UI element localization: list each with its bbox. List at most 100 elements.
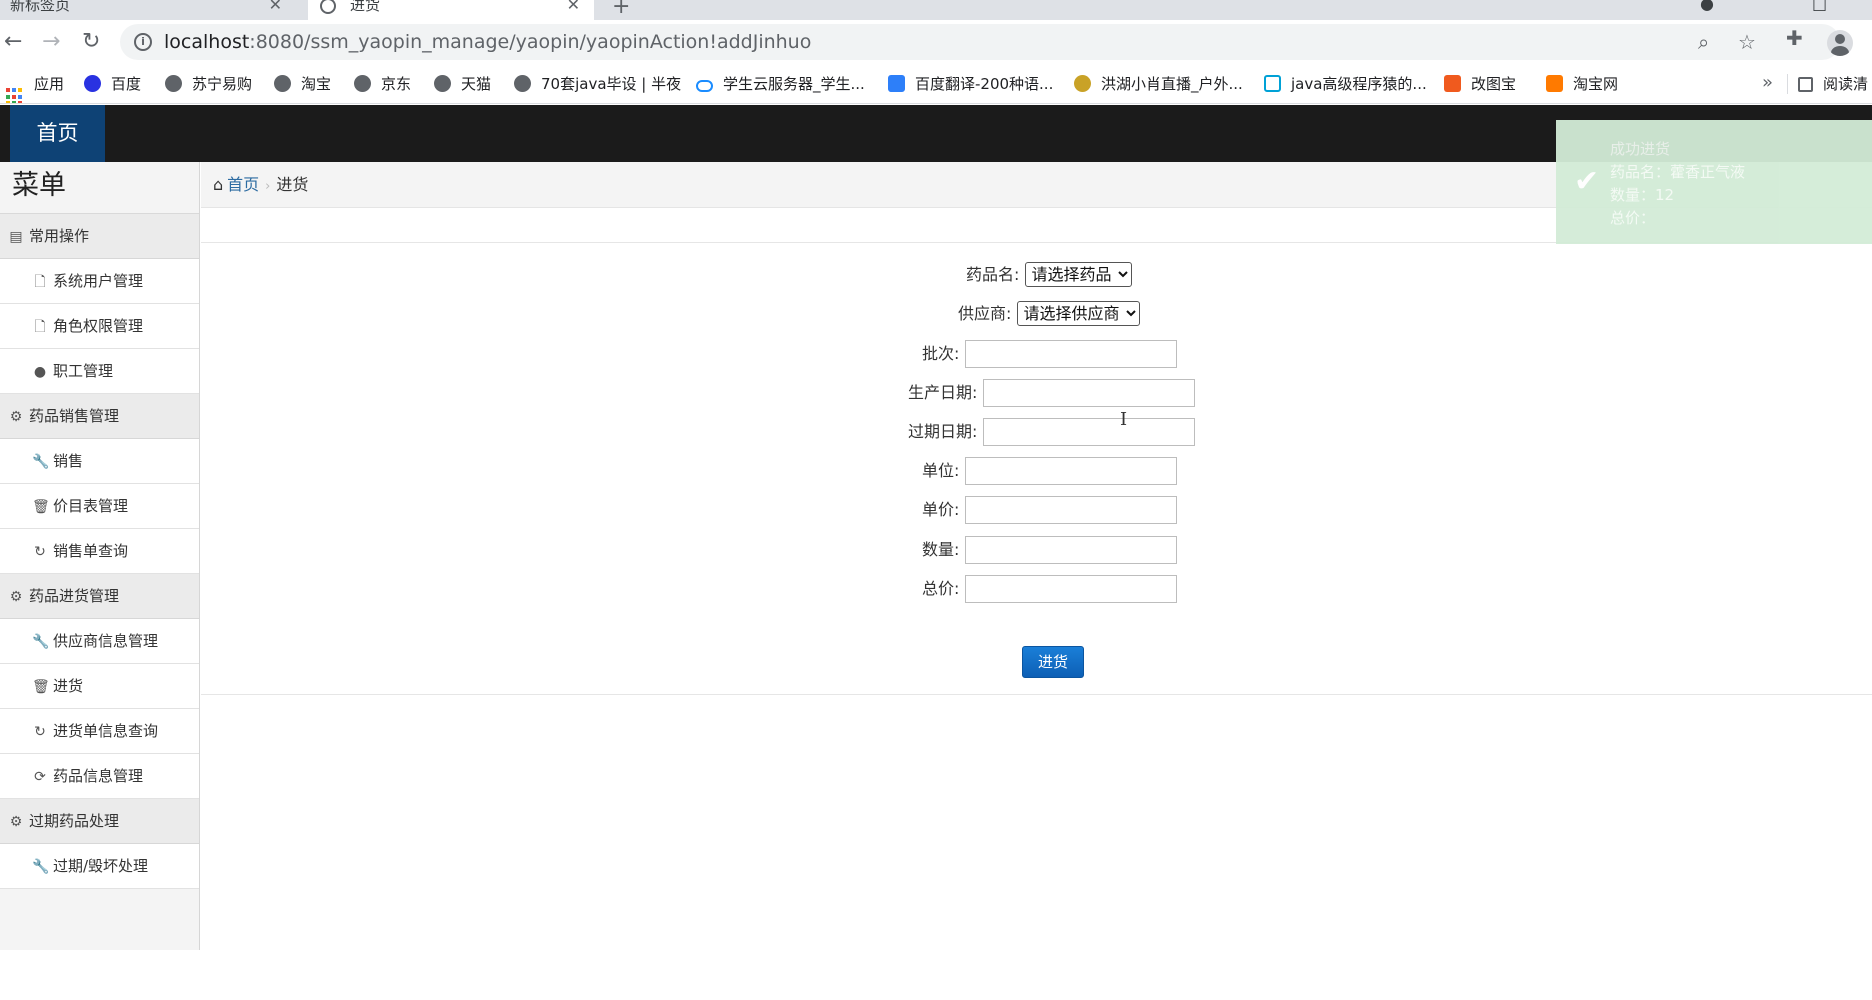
- tab-title: 新标签页: [10, 0, 71, 14]
- sidebar-item-sales-query[interactable]: ↻ 销售单查询: [0, 529, 199, 574]
- sidebar-item-expired-handling[interactable]: 🔧 过期/毁坏处理: [0, 844, 199, 889]
- close-icon[interactable]: ✕: [269, 0, 282, 18]
- browser-toolbar: ← → ↻ i localhost:8080/ssm_yaopin_manage…: [0, 20, 1872, 64]
- unit-input[interactable]: [964, 457, 1177, 485]
- file-icon: 🗋: [34, 274, 46, 290]
- bookmark-label: 淘宝: [301, 75, 332, 93]
- browser-tab-newtab[interactable]: 新标签页 ✕: [0, 0, 296, 20]
- sidebar-item-label: 销售: [53, 452, 84, 470]
- restore-window-icon[interactable]: □: [1812, 0, 1827, 13]
- bookmark-suning[interactable]: 苏宁易购: [165, 73, 252, 95]
- bookmark-gaitubao[interactable]: 改图宝: [1444, 73, 1516, 95]
- sidebar-item-price-list[interactable]: 🗑 价目表管理: [0, 484, 199, 529]
- sidebar-group-sales[interactable]: ⚙ 药品销售管理: [0, 394, 199, 439]
- paw-icon: [84, 75, 101, 92]
- sidebar-item-purchase[interactable]: 🗑 进货: [0, 664, 199, 709]
- address-bar[interactable]: i localhost:8080/ssm_yaopin_manage/yaopi…: [120, 24, 1840, 60]
- profile-icon[interactable]: [1827, 30, 1853, 56]
- globe-icon: [514, 75, 531, 92]
- bookmark-apps[interactable]: 应用: [6, 73, 64, 103]
- total-price-input[interactable]: [964, 575, 1177, 603]
- bookmark-honghu-live[interactable]: 洪湖小肖直播_户外...: [1074, 73, 1243, 95]
- sidebar-group-label: 药品进货管理: [29, 587, 120, 605]
- sidebar-group-expired[interactable]: ⚙ 过期药品处理: [0, 799, 199, 844]
- supplier-select[interactable]: 请选择供应商: [1016, 301, 1140, 326]
- reading-list-label: 阅读清: [1823, 75, 1869, 93]
- puzzle-icon[interactable]: ✚: [1786, 26, 1803, 50]
- list-icon: ▤: [9, 229, 23, 245]
- tab-title: 进货: [350, 0, 381, 14]
- toast-title: 成功进货: [1610, 140, 1671, 158]
- apps-grid-icon: [6, 88, 24, 103]
- sidebar-group-common[interactable]: ▤ 常用操作: [0, 214, 199, 259]
- tv-icon: [1264, 75, 1281, 92]
- sidebar-item-system-users[interactable]: 🗋 系统用户管理: [0, 259, 199, 304]
- unit-price-row: 单价:: [922, 496, 1177, 524]
- zoom-icon[interactable]: ⌕: [1698, 30, 1709, 54]
- gear-icon: ⚙: [9, 409, 23, 425]
- close-icon[interactable]: ✕: [567, 0, 580, 18]
- sidebar-item-suppliers[interactable]: 🔧 供应商信息管理: [0, 619, 199, 664]
- sidebar-group-purchase[interactable]: ⚙ 药品进货管理: [0, 574, 199, 619]
- sidebar-item-purchase-query[interactable]: ↻ 进货单信息查询: [0, 709, 199, 754]
- tab-search-icon[interactable]: ●: [1700, 0, 1714, 13]
- bookmarks-overflow-icon[interactable]: »: [1762, 72, 1773, 93]
- sidebar-group-label: 过期药品处理: [29, 812, 120, 830]
- bookmark-label: 百度: [111, 75, 142, 93]
- bookmarks-divider: [1787, 74, 1788, 94]
- supplier-label: 供应商:: [958, 304, 1012, 323]
- quantity-input[interactable]: [964, 536, 1177, 564]
- sync-icon: ⟳: [34, 769, 46, 785]
- bookmark-tmall[interactable]: 天猫: [434, 73, 491, 95]
- bookmark-label: 70套java毕设 | 半夜: [541, 75, 682, 93]
- back-arrow-icon[interactable]: ←: [4, 28, 22, 56]
- sidebar-item-label: 过期/毁坏处理: [53, 857, 149, 875]
- globe-icon: [434, 75, 451, 92]
- expiry-date-label: 过期日期:: [908, 422, 978, 441]
- production-date-row: 生产日期:: [908, 379, 1195, 407]
- trash-icon: 🗑: [32, 499, 50, 515]
- browser-tab-jinhuo[interactable]: 进货 ✕: [308, 0, 594, 20]
- production-date-input[interactable]: [982, 379, 1195, 407]
- sidebar-title: 菜单: [0, 162, 199, 214]
- bookmark-baidu[interactable]: 百度: [84, 73, 141, 95]
- bookmark-taobao[interactable]: 淘宝: [274, 73, 331, 95]
- bookmark-java-bilibili[interactable]: java高级程序猿的...: [1264, 73, 1427, 95]
- batch-input[interactable]: [964, 340, 1177, 368]
- bookmark-taobao-net[interactable]: 淘宝网: [1546, 73, 1618, 95]
- sidebar-item-label: 进货: [53, 677, 84, 695]
- purchase-submit-button[interactable]: 进货: [1022, 646, 1084, 678]
- gear-icon: ⚙: [9, 814, 23, 830]
- home-icon: ⌂: [213, 175, 224, 194]
- expiry-date-input[interactable]: [982, 418, 1195, 446]
- sidebar-item-label: 进货单信息查询: [53, 722, 159, 740]
- breadcrumb-separator: ›: [265, 179, 271, 194]
- unit-price-input[interactable]: [964, 496, 1177, 524]
- drug-select[interactable]: 请选择药品: [1024, 262, 1132, 287]
- star-icon[interactable]: ☆: [1738, 30, 1756, 54]
- refresh-icon: ↻: [34, 724, 46, 740]
- url-text[interactable]: localhost:8080/ssm_yaopin_manage/yaopin/…: [164, 24, 811, 60]
- info-icon[interactable]: i: [134, 33, 152, 51]
- sidebar-item-label: 系统用户管理: [53, 272, 144, 290]
- sidebar-item-staff[interactable]: ● 职工管理: [0, 349, 199, 394]
- reload-icon[interactable]: ↻: [82, 28, 100, 56]
- bookmark-jd[interactable]: 京东: [354, 73, 411, 95]
- wrench-icon: 🔧: [32, 634, 50, 650]
- header-home-tab[interactable]: 首页: [10, 105, 105, 162]
- bookmark-label: 洪湖小肖直播_户外...: [1101, 75, 1243, 93]
- bookmark-70java[interactable]: 70套java毕设 | 半夜: [514, 73, 681, 95]
- bookmark-baidu-translate[interactable]: 百度翻译-200种语...: [888, 73, 1053, 95]
- breadcrumb-current: 进货: [276, 175, 309, 194]
- new-tab-plus-icon[interactable]: +: [612, 0, 630, 19]
- sidebar-item-role-permissions[interactable]: 🗋 角色权限管理: [0, 304, 199, 349]
- forward-arrow-icon[interactable]: →: [42, 28, 60, 56]
- sidebar-group-label: 常用操作: [29, 227, 90, 245]
- sidebar-item-drug-info[interactable]: ⟳ 药品信息管理: [0, 754, 199, 799]
- sidebar-item-sell[interactable]: 🔧 销售: [0, 439, 199, 484]
- reading-list[interactable]: 阅读清: [1798, 73, 1868, 95]
- breadcrumb-home-link[interactable]: 首页: [227, 175, 259, 194]
- sidebar-item-label: 药品信息管理: [53, 767, 144, 785]
- bookmark-student-cloud[interactable]: 学生云服务器_学生...: [696, 73, 865, 95]
- sidebar-group-label: 药品销售管理: [29, 407, 120, 425]
